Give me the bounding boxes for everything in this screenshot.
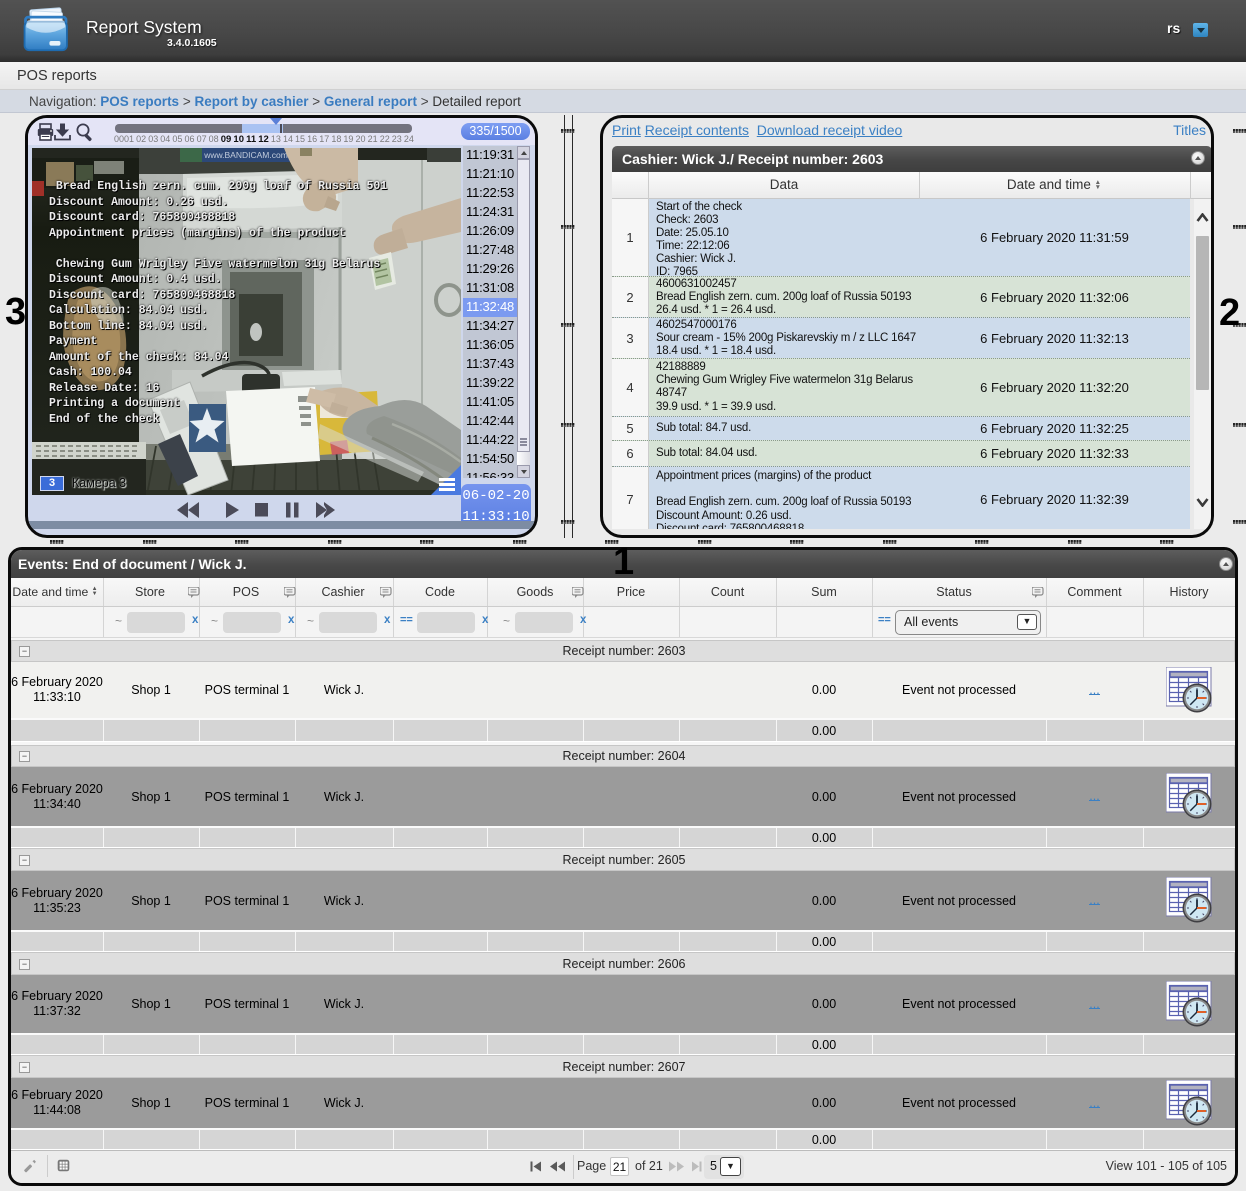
svg-text:www.BANDICAM.com: www.BANDICAM.com [203, 150, 288, 160]
